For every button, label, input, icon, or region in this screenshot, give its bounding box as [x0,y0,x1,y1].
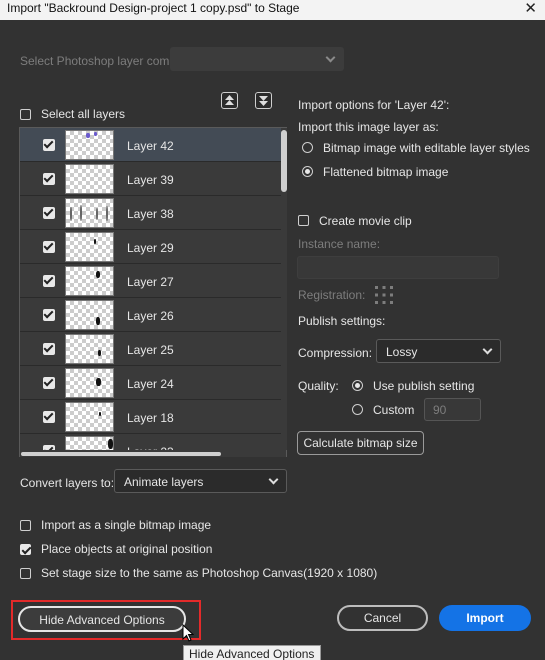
select-all-label: Select all layers [41,107,126,121]
layer-row[interactable]: Layer 24 [20,366,282,400]
layer-name: Layer 24 [127,377,174,391]
layer-row[interactable]: Layer 18 [20,400,282,434]
chevron-down-icon [325,52,336,63]
layer-name: Layer 39 [127,173,174,187]
layer-row[interactable]: Layer 38 [20,196,282,230]
flattened-bitmap-label: Flattened bitmap image [323,165,449,179]
layer-thumbnail [65,368,114,398]
layer-thumbnail [65,164,114,194]
close-icon[interactable]: ✕ [524,0,537,17]
custom-quality-input[interactable]: 90 [424,398,481,421]
layer-name: Layer 26 [127,309,174,323]
instance-name-label: Instance name: [298,237,381,251]
select-all-checkbox[interactable] [20,109,31,120]
single-bitmap-label: Import as a single bitmap image [41,518,212,532]
instance-name-input[interactable] [297,256,499,279]
import-button[interactable]: Import [439,605,531,631]
layer-row[interactable]: Layer 26 [20,298,282,332]
layer-thumbnail [65,300,114,330]
compression-select[interactable]: Lossy [376,339,501,363]
layer-row[interactable]: Layer 39 [20,162,282,196]
layer-row[interactable]: Layer 25 [20,332,282,366]
use-publish-setting-radio[interactable] [352,380,363,391]
layer-list[interactable]: Layer 42 Layer 39 Layer 38 Layer 29 Laye… [19,127,287,457]
layer-thumbnail [65,266,114,296]
layer-list-vertical-scroll-thumb[interactable] [281,130,287,192]
layer-row[interactable]: Layer 29 [20,230,282,264]
single-bitmap-checkbox[interactable] [20,520,31,531]
layer-name: Layer 25 [127,343,174,357]
layer-comp-select[interactable] [170,47,344,71]
layer-list-horizontal-scroll-thumb[interactable] [21,452,221,456]
mouse-cursor-icon [182,623,195,645]
layer-checkbox[interactable] [43,139,55,151]
layer-row[interactable]: Layer 42 [20,128,282,162]
quality-label: Quality: [298,379,339,393]
chevron-down-icon [268,474,279,485]
flattened-bitmap-radio[interactable] [302,166,313,177]
layer-checkbox[interactable] [43,173,55,185]
layer-thumbnail [65,130,114,160]
move-layer-down-icon[interactable] [255,92,272,109]
compression-label: Compression: [298,346,373,360]
cancel-button[interactable]: Cancel [337,605,428,631]
layer-thumbnail [65,232,114,262]
publish-settings-label: Publish settings: [298,314,386,328]
bitmap-styles-radio[interactable] [302,142,313,153]
layer-checkbox[interactable] [43,309,55,321]
original-position-checkbox[interactable] [20,544,31,555]
layer-checkbox[interactable] [43,241,55,253]
tooltip: Hide Advanced Options [183,645,321,660]
use-publish-setting-label: Use publish setting [373,379,475,393]
title-bar: Import "Backround Design-project 1 copy.… [0,0,545,20]
bitmap-styles-label: Bitmap image with editable layer styles [323,141,530,155]
registration-grid-icon[interactable] [374,285,394,305]
layer-name: Layer 38 [127,207,174,221]
import-as-label: Import this image layer as: [298,120,439,134]
layer-row[interactable]: Layer 27 [20,264,282,298]
custom-quality-label: Custom [373,403,415,417]
layer-name: Layer 18 [127,411,174,425]
window-title: Import "Backround Design-project 1 copy.… [7,1,300,15]
layer-thumbnail [65,334,114,364]
import-options-title: Import options for 'Layer 42': [298,98,450,112]
layer-checkbox[interactable] [43,377,55,389]
layer-thumbnail [65,198,114,228]
stage-size-label: Set stage size to the same as Photoshop … [41,566,378,580]
convert-layers-label: Convert layers to: [20,476,115,490]
layer-checkbox[interactable] [43,411,55,423]
movie-clip-label: Create movie clip [319,214,412,228]
layer-comp-label: Select Photoshop layer comp: [20,54,180,68]
layer-checkbox[interactable] [43,343,55,355]
convert-layers-select[interactable]: Animate layers [114,469,287,493]
layer-name: Layer 27 [127,275,174,289]
calculate-bitmap-size-button[interactable]: Calculate bitmap size [297,431,424,455]
registration-label: Registration: [298,288,366,302]
stage-size-checkbox[interactable] [20,568,31,579]
layer-name: Layer 29 [127,241,174,255]
movie-clip-checkbox[interactable] [298,215,309,226]
custom-quality-radio[interactable] [352,404,363,415]
hide-advanced-options-button[interactable]: Hide Advanced Options [18,606,186,632]
chevron-down-icon [482,344,493,355]
layer-checkbox[interactable] [43,275,55,287]
original-position-label: Place objects at original position [41,542,213,556]
move-layer-up-icon[interactable] [221,92,238,109]
layer-name: Layer 42 [127,139,174,153]
layer-thumbnail [65,402,114,432]
layer-checkbox[interactable] [43,207,55,219]
